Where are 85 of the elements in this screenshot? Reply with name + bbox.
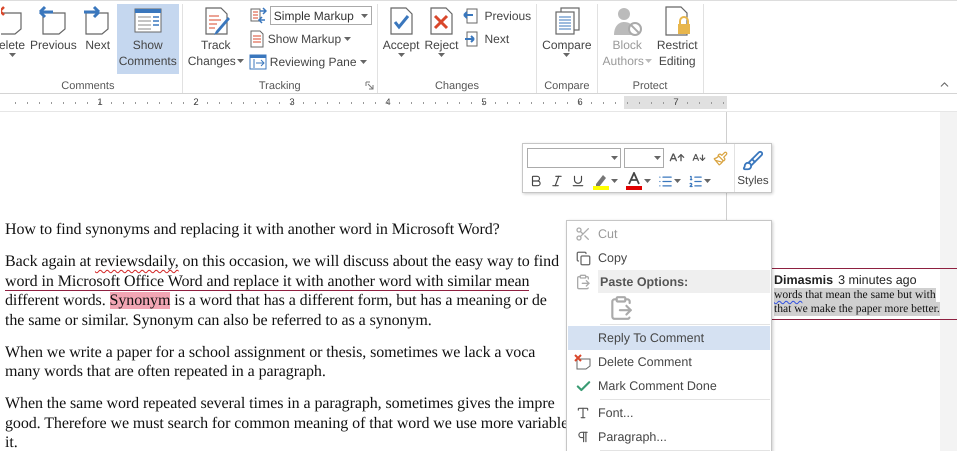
menu-item[interactable]: Paragraph... xyxy=(568,425,770,449)
ruler-number: 4 xyxy=(384,96,392,109)
dialog-launcher-icon[interactable] xyxy=(364,81,374,90)
note-delete-icon xyxy=(574,354,592,370)
text-line: good. Therefore we must search for common meaning of that word we use more variable xyxy=(5,414,568,433)
comment-author: Dimasmis xyxy=(774,273,834,288)
ribbon-button[interactable]: Show Markup xyxy=(246,27,374,50)
ribbon-button[interactable]: Compare xyxy=(540,4,594,74)
ruler-number: 6 xyxy=(576,96,584,109)
text-line: the same or similar. Synonym can also be referred to as a synonym. xyxy=(5,310,432,330)
text-line: When the same word repeated several times in a paragraph, sometimes gives the impre xyxy=(5,394,555,414)
group-label: Compare xyxy=(544,80,590,92)
ribbon-button[interactable]: Show Comments xyxy=(116,4,179,74)
caret-icon xyxy=(644,179,651,183)
underline-icon xyxy=(571,174,585,188)
caret-icon xyxy=(8,53,16,57)
ribbon-button[interactable]: Previous xyxy=(28,4,79,74)
styles-button[interactable]: Styles xyxy=(735,144,771,192)
paintbrush-icon xyxy=(713,150,728,166)
font-color-icon xyxy=(625,172,643,190)
font-color-button[interactable] xyxy=(623,172,653,190)
markup-select[interactable]: Simple Markup xyxy=(270,6,372,25)
menu-item[interactable]: Font... xyxy=(568,401,770,425)
group-label: Comments xyxy=(61,80,114,92)
caret-icon xyxy=(704,179,711,183)
ribbon-button[interactable]: Accept xyxy=(380,4,422,74)
caret-icon xyxy=(398,53,405,57)
ribbon-button[interactable]: Reviewing Pane xyxy=(246,50,374,73)
caret-icon xyxy=(438,53,445,57)
copy-icon xyxy=(576,250,590,266)
ruler-number: 3 xyxy=(288,96,296,109)
text-line: How to find synonyms and replacing it with another word in Microsoft Word? xyxy=(5,220,500,240)
highlight-button[interactable] xyxy=(590,172,620,190)
caret-icon xyxy=(563,53,570,57)
highlighter-icon xyxy=(592,172,610,190)
caret-icon xyxy=(236,59,244,63)
caret-icon xyxy=(611,156,618,160)
numbered-list-icon xyxy=(688,174,703,188)
menu-item[interactable]: Copy xyxy=(568,246,770,270)
comment-time: 3 minutes ago xyxy=(838,273,917,288)
brush-icon xyxy=(742,150,764,172)
ruler-number: 7 xyxy=(672,96,680,109)
page-lines-icon xyxy=(248,30,265,48)
scissors-icon xyxy=(575,226,591,242)
ruler-number: 5 xyxy=(480,96,488,109)
font-size-field[interactable] xyxy=(624,148,664,168)
caret-icon xyxy=(344,36,352,40)
caret-icon xyxy=(644,59,652,63)
ribbon-button[interactable]: Next xyxy=(80,4,116,74)
ribbon-button[interactable]: Next xyxy=(461,27,534,50)
paragraph-icon xyxy=(576,430,590,444)
person-blocked-icon xyxy=(611,5,644,37)
text-line: word in Microsoft Office Word and replace it with another word with similar mean xyxy=(5,272,530,291)
italic-icon xyxy=(550,174,564,188)
menu-header: Paste Options: xyxy=(598,270,770,293)
text-line: When we write a paper for a school assignment or thesis, sometimes we lack a voca xyxy=(5,342,536,362)
markup-swap-icon xyxy=(248,6,267,24)
font-name-field[interactable] xyxy=(527,148,621,168)
clipboard-icon xyxy=(575,274,591,290)
font-icon xyxy=(576,406,590,420)
caret-icon xyxy=(654,156,661,160)
ribbon-button[interactable]: Previous xyxy=(461,4,534,27)
caret-icon xyxy=(674,179,681,183)
bullet-list-icon xyxy=(658,174,673,188)
text-line: it. xyxy=(5,433,18,451)
text-line: different words. Synonym is a word that has a different form, but has a meaning or de xyxy=(5,291,547,310)
group-label: Tracking xyxy=(258,80,301,92)
ruler-number: 1 xyxy=(96,96,104,109)
caret-icon xyxy=(611,179,618,183)
caret-icon xyxy=(360,14,368,18)
ribbon-button[interactable]: Restrict Editing xyxy=(654,4,700,74)
menu-item[interactable]: Mark Comment Done xyxy=(568,374,770,398)
ribbon-button[interactable]: Track Changes xyxy=(186,4,246,74)
group-label: Protect xyxy=(632,80,668,92)
group-label: Changes xyxy=(434,80,479,92)
bold-icon xyxy=(529,174,543,188)
text-line: Back again at reviewsdaily, on this occasion, we will discuss about the easy way to find xyxy=(5,252,560,272)
ruler-number: 2 xyxy=(192,96,200,109)
menu-item[interactable]: Delete Comment xyxy=(568,350,770,374)
comment-text: words that mean the same but with xyxy=(774,288,936,302)
text-line: many words that are often repeated in a paragraph. xyxy=(5,362,326,382)
ribbon-button[interactable]: Reject xyxy=(422,4,460,74)
comment-text: that we make the paper more better. xyxy=(774,302,940,316)
menu-item[interactable]: Reply To Comment xyxy=(568,326,770,350)
caret-icon xyxy=(360,60,366,64)
